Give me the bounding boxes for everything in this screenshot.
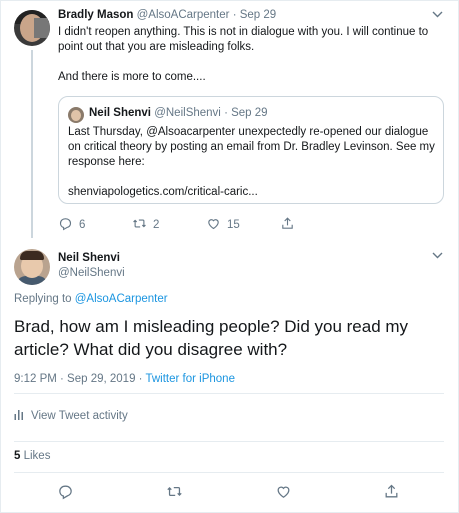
thread-connector-line <box>31 50 33 238</box>
retweet-icon <box>166 486 183 504</box>
quoted-tweet-header: Neil Shenvi @NeilShenvi · Sep 29 <box>89 107 268 119</box>
reply-icon <box>58 216 73 234</box>
parent-tweet[interactable]: Bradly Mason @AlsoACarpenter · Sep 29 I … <box>0 0 457 240</box>
tweet-source[interactable]: Twitter for iPhone <box>145 373 234 385</box>
tweet-header: Bradly Mason @AlsoACarpenter · Sep 29 <box>58 9 276 21</box>
reply-count: 6 <box>79 219 86 231</box>
share-button[interactable] <box>383 483 400 505</box>
separator: · <box>232 9 237 21</box>
replying-prefix: Replying to <box>14 293 75 305</box>
activity-label: View Tweet activity <box>31 410 128 422</box>
avatar[interactable] <box>14 249 50 285</box>
chevron-down-icon[interactable] <box>432 250 443 262</box>
share-icon <box>280 216 295 234</box>
avatar[interactable] <box>14 10 50 46</box>
reply-icon <box>57 485 74 504</box>
retweet-button[interactable] <box>166 483 183 505</box>
author-handle: @NeilShenvi <box>154 107 221 119</box>
share-button[interactable] <box>280 216 295 234</box>
tweet-actions: 6 2 15 <box>58 216 318 234</box>
tweet-meta: 9:12 PM · Sep 29, 2019 · Twitter for iPh… <box>14 373 235 385</box>
retweet-button[interactable]: 2 <box>132 216 159 234</box>
retweet-icon <box>132 216 147 234</box>
quoted-tweet[interactable]: Neil Shenvi @NeilShenvi · Sep 29 Last Th… <box>58 96 444 204</box>
reply-button[interactable] <box>57 483 74 505</box>
tweet-actions <box>0 483 457 503</box>
like-button[interactable]: 15 <box>206 216 240 234</box>
view-tweet-activity-link[interactable]: View Tweet activity <box>14 409 128 423</box>
tweet-time: Sep 29 <box>231 107 268 119</box>
likes-label: Likes <box>20 450 51 462</box>
like-button[interactable] <box>275 483 292 505</box>
author-name[interactable]: Bradly Mason <box>58 9 133 21</box>
separator: · <box>224 107 228 119</box>
author-name: Neil Shenvi <box>89 107 151 119</box>
author-name[interactable]: Neil Shenvi <box>58 252 120 264</box>
retweet-count: 2 <box>153 219 160 231</box>
heart-icon <box>206 216 221 234</box>
like-count: 15 <box>227 219 240 231</box>
divider <box>14 393 444 394</box>
reply-button[interactable]: 6 <box>58 216 85 234</box>
divider <box>14 472 444 473</box>
tweet-timestamp[interactable]: 9:12 PM · Sep 29, 2019 · <box>14 373 145 385</box>
tweet-time[interactable]: Sep 29 <box>240 9 276 21</box>
avatar <box>68 107 84 123</box>
heart-icon <box>275 486 292 504</box>
likes-link[interactable]: 5 Likes <box>14 450 50 462</box>
divider <box>14 441 444 442</box>
quoted-tweet-text: Last Thursday, @Alsoacarpenter unexpecte… <box>68 126 435 198</box>
tweet-text: I didn't reopen anything. This is not in… <box>58 26 429 83</box>
author-handle[interactable]: @NeilShenvi <box>58 267 125 279</box>
chevron-down-icon[interactable] <box>432 9 443 21</box>
main-tweet: Neil Shenvi @NeilShenvi Replying to @Als… <box>0 240 457 513</box>
share-icon <box>383 484 400 504</box>
replying-to: Replying to @AlsoACarpenter <box>14 293 168 305</box>
bar-chart-icon <box>14 409 24 423</box>
author-handle[interactable]: @AlsoACarpenter <box>137 9 230 21</box>
mention-link[interactable]: @AlsoACarpenter <box>75 293 168 305</box>
tweet-text: Brad, how am I misleading people? Did yo… <box>14 317 409 359</box>
